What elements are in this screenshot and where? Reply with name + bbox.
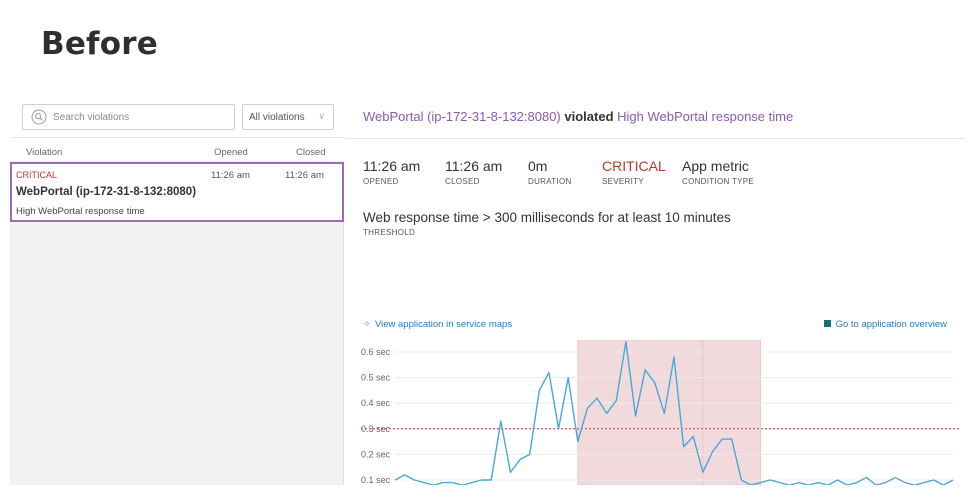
overview-square-icon <box>823 320 831 327</box>
violation-band-0 <box>577 340 704 485</box>
stat-severity-label: SEVERITY <box>602 177 644 186</box>
service-maps-link-label: View application in service maps <box>374 319 513 330</box>
stat-closed-label: CLOSED <box>445 177 480 186</box>
application-overview-link[interactable]: Go to application overview <box>823 319 947 330</box>
entity-link[interactable]: WebPortal (ip-172-31-8-132:8080) <box>363 109 561 124</box>
stat-closed-value: 11:26 am <box>445 158 503 174</box>
y-tick-label: 0.4 sec <box>361 398 391 408</box>
filter-select-value: All violations <box>249 112 305 123</box>
violations-table-header: Violation Opened Closed <box>10 137 344 161</box>
stat-opened-value: 11:26 am <box>363 158 421 174</box>
column-header-violation[interactable]: Violation <box>26 147 62 158</box>
stat-condition-type: App metric CONDITION TYPE <box>682 158 754 186</box>
service-maps-link[interactable]: ✧ View application in service maps <box>363 319 512 330</box>
violations-panel: All violations ∨ Violation Opened Closed… <box>10 95 344 485</box>
threshold-block: Web response time > 300 milliseconds for… <box>363 210 731 237</box>
overview-link-label: Go to application overview <box>835 319 947 330</box>
page-heading: Before <box>41 26 158 62</box>
chevron-down-icon: ∨ <box>318 111 325 121</box>
stat-closed: 11:26 am CLOSED <box>445 158 502 186</box>
violation-row-selected[interactable]: CRITICAL 11:26 am 11:26 am WebPortal (ip… <box>10 162 344 222</box>
stat-duration-value: 0m <box>528 158 548 174</box>
y-tick-label: 0.1 sec <box>361 475 391 485</box>
threshold-value: Web response time > 300 milliseconds for… <box>363 210 731 225</box>
divider <box>345 138 965 139</box>
stat-condition-type-label: CONDITION TYPE <box>682 177 755 186</box>
violation-condition: High WebPortal response time <box>16 206 145 217</box>
y-tick-label: 0.6 sec <box>361 347 391 357</box>
detail-title: WebPortal (ip-172-31-8-132:8080) violate… <box>363 109 793 124</box>
y-tick-label: 0.5 sec <box>361 373 391 383</box>
column-header-closed[interactable]: Closed <box>296 147 326 158</box>
violation-filter-select[interactable]: All violations ∨ <box>242 104 334 130</box>
response-time-chart: 0.6 sec0.5 sec0.4 sec0.3 sec0.2 sec0.1 s… <box>361 340 959 485</box>
condition-link[interactable]: High WebPortal response time <box>617 109 793 124</box>
title-verb: violated <box>564 109 614 124</box>
violation-band-1 <box>702 340 761 485</box>
stat-duration-label: DURATION <box>528 177 572 186</box>
search-box[interactable] <box>22 104 235 130</box>
severity-label: CRITICAL <box>16 170 58 180</box>
stat-severity: CRITICAL SEVERITY <box>602 158 666 186</box>
service-map-icon: ✧ <box>363 319 371 330</box>
column-header-opened[interactable]: Opened <box>214 147 248 158</box>
stat-condition-type-value: App metric <box>682 158 749 174</box>
search-icon <box>31 109 47 125</box>
y-tick-label: 0.2 sec <box>361 449 391 459</box>
violation-entity: WebPortal (ip-172-31-8-132:8080) <box>16 186 197 198</box>
search-bar: All violations ∨ <box>10 95 344 137</box>
threshold-label: THRESHOLD <box>363 228 416 237</box>
alerts-app: All violations ∨ Violation Opened Closed… <box>10 95 965 485</box>
stat-severity-value: CRITICAL <box>602 158 666 174</box>
search-input[interactable] <box>53 107 231 127</box>
violation-detail-panel: WebPortal (ip-172-31-8-132:8080) violate… <box>345 95 965 485</box>
stat-duration: 0m DURATION <box>528 158 572 186</box>
closed-time: 11:26 am <box>285 170 324 181</box>
stat-opened-label: OPENED <box>363 177 399 186</box>
opened-time: 11:26 am <box>211 170 250 181</box>
stat-opened: 11:26 am OPENED <box>363 158 420 186</box>
